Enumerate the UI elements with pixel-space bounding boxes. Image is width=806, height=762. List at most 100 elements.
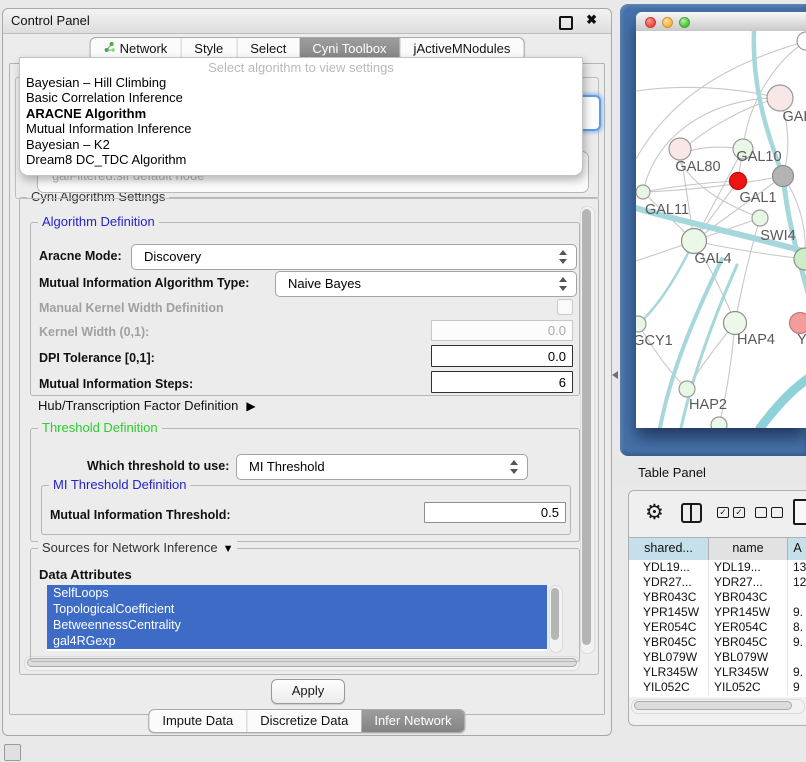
table-cell: 9. — [788, 605, 806, 620]
network-canvas[interactable]: GALGAL80GAL10GAL1GAL11GAL4SWI4GCY1HAP4YH… — [636, 31, 806, 428]
settings-gear-icon[interactable]: ⚙ — [645, 500, 664, 525]
attributes-scrollbar[interactable] — [549, 585, 563, 653]
network-node-y[interactable] — [790, 313, 806, 334]
window-title: Control Panel — [11, 13, 90, 28]
attribute-item-gal4rgexp[interactable]: gal4RGexp — [47, 633, 547, 649]
network-node-gal[interactable] — [767, 85, 793, 111]
splitter-handle-icon[interactable] — [612, 371, 618, 379]
network-node-gal80[interactable] — [669, 138, 691, 160]
table-row[interactable]: YPR145WYPR145W9. — [629, 605, 806, 620]
attribute-item-topologicalcoefficient[interactable]: TopologicalCoefficient — [47, 601, 547, 617]
hub-definition-label: Hub/Transcription Factor Definition — [38, 398, 238, 413]
table-rows: YDL19...YDL19...13YDR27...YDR27...12YBR0… — [629, 560, 806, 697]
algorithm-dropdown-popup: Select algorithm to view settings Bayesi… — [19, 57, 583, 176]
zoom-window-icon[interactable] — [679, 17, 690, 28]
table-horizontal-scrollbar-thumb[interactable] — [634, 701, 792, 710]
network-window[interactable]: GALGAL80GAL10GAL1GAL11GAL4SWI4GCY1HAP4YH… — [636, 12, 806, 428]
table-row[interactable]: YDL19...YDL19...13 — [629, 560, 806, 575]
table-row[interactable]: YDR27...YDR27...12 — [629, 575, 806, 590]
table-cell: 12 — [788, 575, 806, 590]
node-label-gal: GAL — [782, 109, 806, 125]
mi-steps-field[interactable] — [431, 371, 573, 393]
network-node-gal4[interactable] — [682, 229, 707, 254]
manual-kernel-width-checkbox[interactable] — [557, 299, 573, 315]
expand-right-icon[interactable]: ▶ — [246, 399, 255, 413]
algorithm-option-bayesian-hill-climbing[interactable]: Bayesian – Hill Climbing — [26, 75, 576, 90]
attribute-item-selfloops[interactable]: SelfLoops — [47, 585, 547, 601]
which-threshold-label: Which threshold to use: — [87, 459, 229, 473]
algorithm-option-dream8-dc-tdc-algorithm[interactable]: Dream8 DC_TDC Algorithm — [26, 152, 576, 167]
network-node[interactable] — [773, 166, 794, 187]
algorithm-option-bayesian-k2[interactable]: Bayesian – K2 — [26, 137, 576, 152]
control-panel-bottom-tabs: Impute DataDiscretize DataInfer Network — [148, 709, 465, 733]
kernel-width-field[interactable] — [431, 320, 573, 341]
network-node-gal11[interactable] — [636, 185, 650, 199]
algorithm-option-mutual-information-inference[interactable]: Mutual Information Inference — [26, 121, 576, 136]
column-header-name[interactable]: name — [709, 538, 788, 560]
network-node[interactable] — [711, 417, 727, 428]
table-row[interactable]: YIL052CYIL052C9 — [629, 680, 806, 695]
data-attributes-list[interactable]: SelfLoopsTopologicalCoefficientBetweenne… — [47, 585, 547, 651]
bottom-tab-infer-network[interactable]: Infer Network — [361, 710, 464, 732]
threshold-definition-title: Threshold Definition — [38, 420, 162, 435]
network-node[interactable] — [730, 173, 747, 190]
table-cell: YIL052C — [709, 680, 788, 695]
close-icon[interactable]: ✖ — [586, 12, 597, 28]
bottom-tab-impute-data[interactable]: Impute Data — [149, 710, 246, 732]
column-view-icon[interactable] — [681, 503, 702, 523]
which-threshold-select[interactable]: MI Threshold — [236, 454, 528, 480]
table-cell: YPR145W — [629, 605, 709, 620]
network-node-gcy1[interactable] — [636, 316, 646, 332]
table-cell: YBL079W — [709, 650, 788, 665]
network-node[interactable] — [797, 32, 806, 50]
table-row[interactable]: YBL079WYBL079W — [629, 650, 806, 665]
settings-vertical-scrollbar-thumb[interactable] — [582, 209, 591, 645]
kernel-width-label: Kernel Width (0,1): — [39, 325, 149, 339]
aracne-mode-select[interactable]: Discovery — [131, 244, 577, 270]
network-node-gal1[interactable] — [752, 210, 768, 226]
column-header-a[interactable]: A — [788, 538, 806, 560]
table-cell: YER054C — [629, 620, 709, 635]
table-row[interactable]: YER054CYER054C8. — [629, 620, 806, 635]
node-label-hap4: HAP4 — [737, 332, 775, 348]
minimize-window-icon[interactable] — [662, 17, 673, 28]
table-row[interactable]: YBR045CYBR045C9. — [629, 635, 806, 650]
mi-algorithm-type-value: Naive Bayes — [288, 276, 361, 291]
mi-threshold-field[interactable] — [424, 502, 566, 523]
close-window-icon[interactable] — [645, 17, 656, 28]
column-header-shared[interactable]: shared... — [629, 538, 709, 560]
float-window-icon[interactable] — [559, 16, 573, 30]
table-row[interactable]: YBR043CYBR043C — [629, 590, 806, 605]
node-label-gal1: GAL1 — [739, 190, 776, 206]
table-cell: YER054C — [709, 620, 788, 635]
settings-vertical-scrollbar[interactable] — [580, 206, 595, 654]
mi-algorithm-type-select[interactable]: Naive Bayes — [275, 271, 577, 297]
table-cell: 13 — [788, 560, 806, 575]
dpi-tolerance-field[interactable] — [431, 345, 573, 367]
algorithm-option-basic-correlation-inference[interactable]: Basic Correlation Inference — [26, 90, 576, 105]
cyni-algorithm-settings-group: Cyni Algorithm Settings Algorithm Defini… — [19, 197, 599, 675]
table-cell: YDL19... — [709, 560, 788, 575]
table-cell: YDL19... — [629, 560, 709, 575]
apply-button[interactable]: Apply — [271, 679, 345, 704]
aracne-mode-value: Discovery — [144, 249, 201, 264]
node-label-gal80: GAL80 — [675, 159, 720, 175]
select-all-checkboxes-icon[interactable]: ✓✓ — [717, 507, 745, 518]
attributes-scrollbar-thumb[interactable] — [551, 588, 559, 640]
table-row[interactable]: YLR345WYLR345W9. — [629, 665, 806, 680]
table-cell: YBR043C — [629, 590, 709, 605]
spinner-arrows-icon — [510, 460, 518, 474]
table-cell: 8. — [788, 620, 806, 635]
deselect-all-checkboxes-icon[interactable] — [755, 507, 783, 518]
table-cell: YBR045C — [709, 635, 788, 650]
algorithm-option-aracne-algorithm[interactable]: ARACNE Algorithm — [26, 106, 576, 121]
table-horizontal-scrollbar[interactable] — [631, 699, 805, 714]
table-cell: YPR145W — [709, 605, 788, 620]
minimized-panel-icon[interactable] — [4, 744, 21, 761]
bottom-tab-discretize-data[interactable]: Discretize Data — [246, 710, 361, 732]
hub-definition-expander[interactable]: Hub/Transcription Factor Definition ▶ — [38, 398, 256, 413]
attribute-item-betweennesscentrality[interactable]: BetweennessCentrality — [47, 617, 547, 633]
collapse-down-icon[interactable]: ▼ — [223, 543, 234, 555]
export-table-icon[interactable] — [793, 499, 806, 525]
network-node-hap2[interactable] — [679, 381, 695, 397]
